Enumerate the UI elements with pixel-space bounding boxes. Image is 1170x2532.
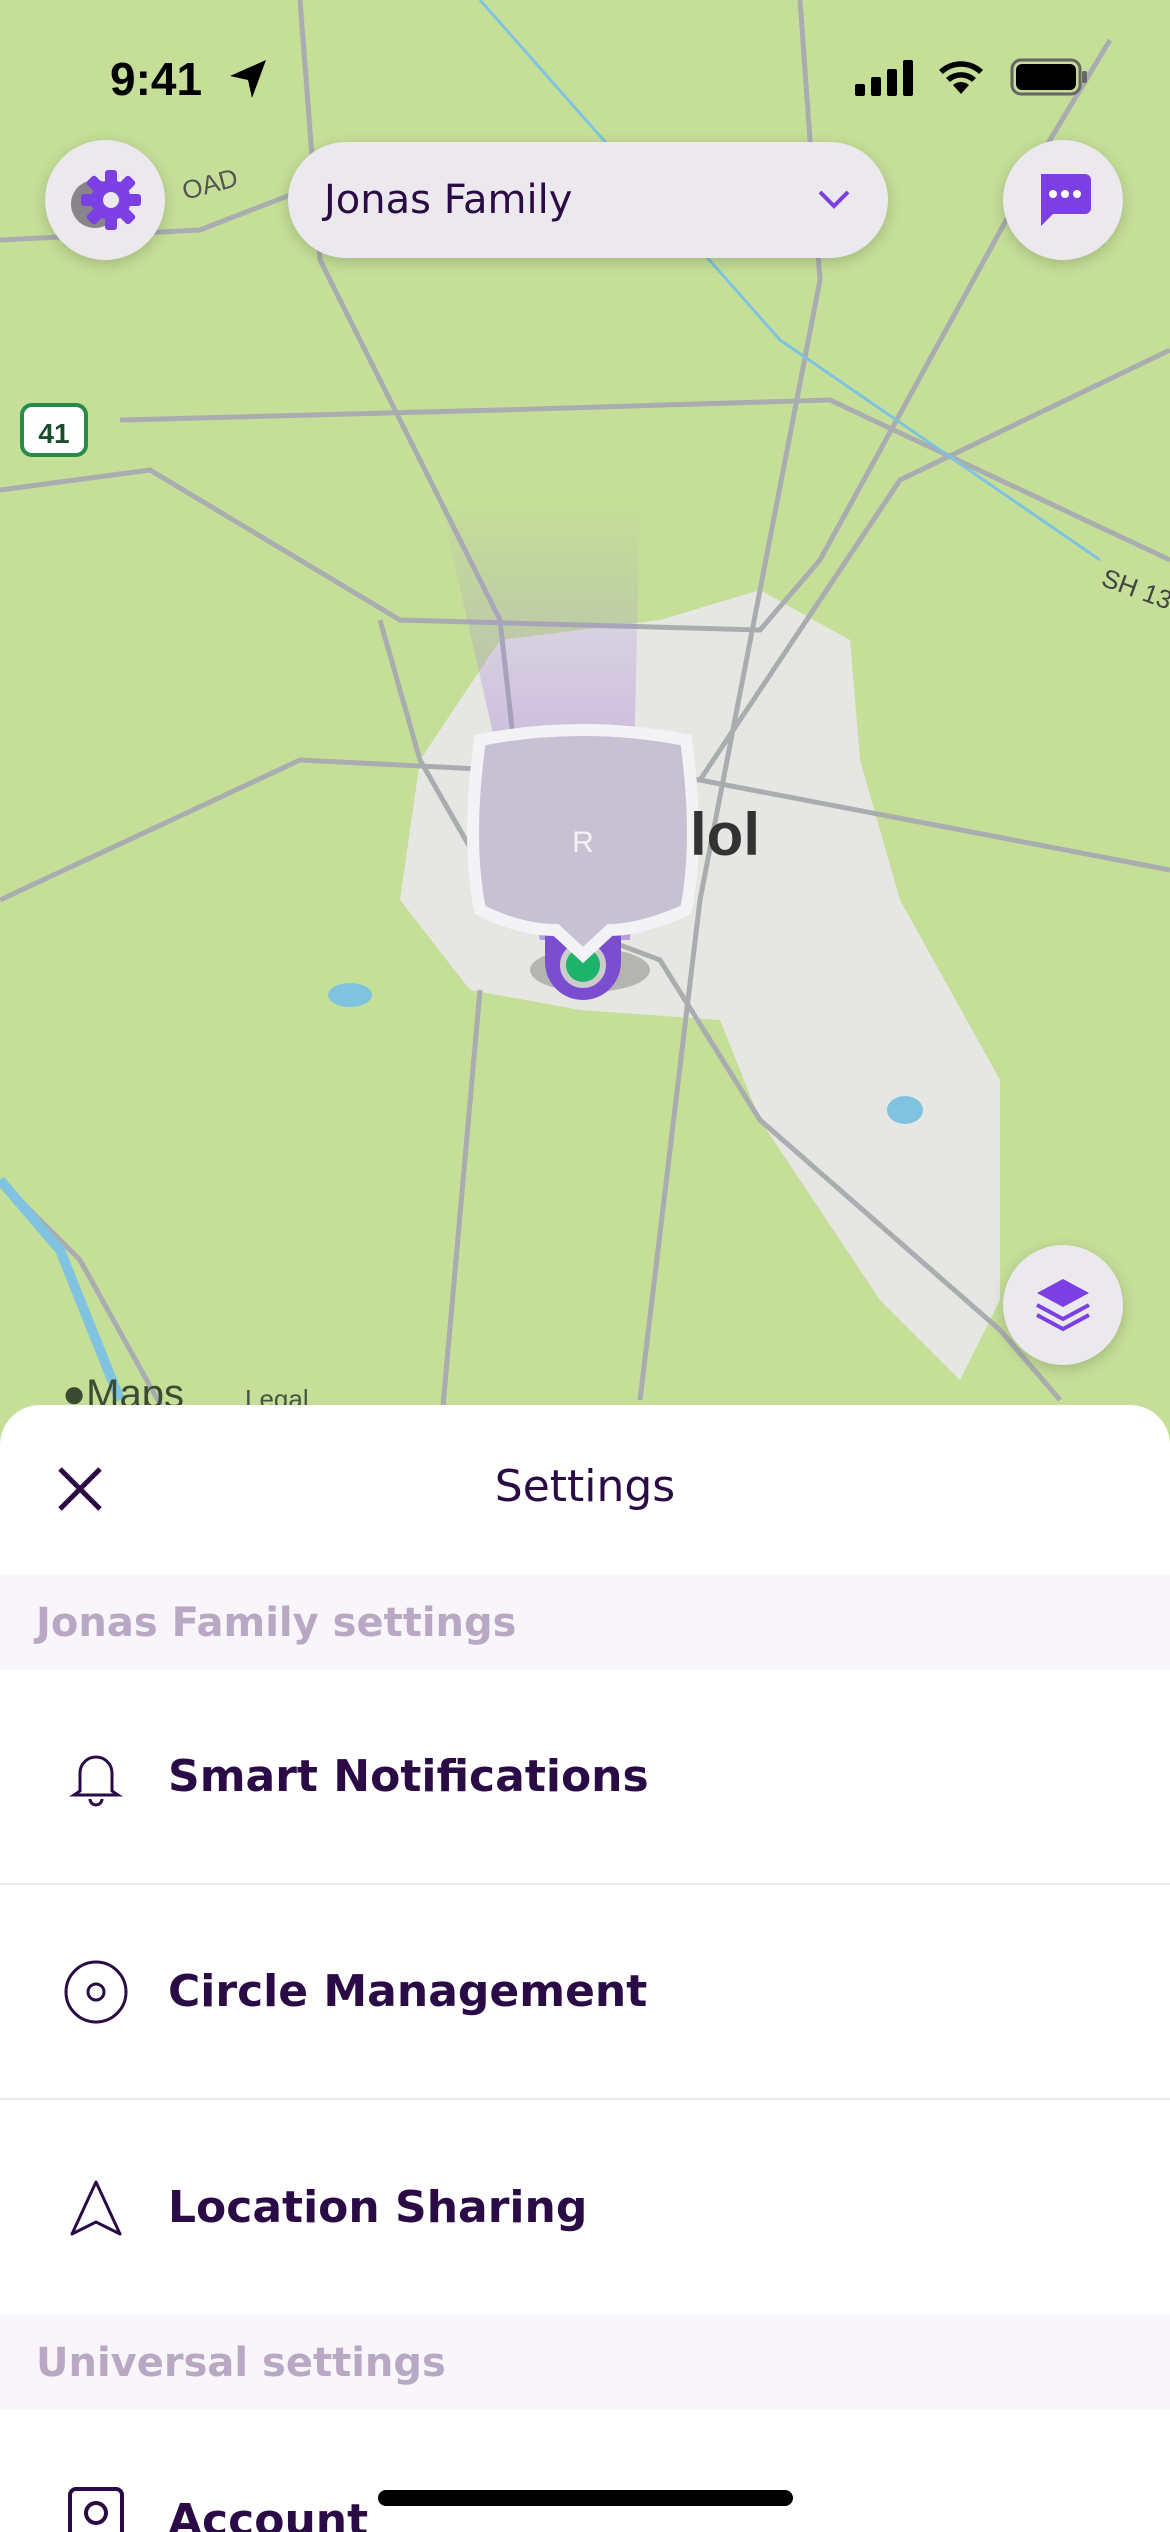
- location-arrow-icon: [230, 60, 266, 98]
- highway-shield-label: 41: [38, 418, 69, 449]
- navigation-arrow-icon: [70, 2180, 122, 2235]
- settings-item-label: Smart Notifications: [168, 1751, 649, 1802]
- sheet-header: Settings: [0, 1405, 1170, 1575]
- settings-sheet: Settings Jonas Family settings Smart Not…: [0, 1405, 1170, 2532]
- settings-item-smart-notifications[interactable]: Smart Notifications: [0, 1670, 1170, 1885]
- sheet-title: Settings: [494, 1461, 676, 1512]
- settings-item-account[interactable]: Account: [0, 2410, 1170, 2532]
- avatar-initial: R: [572, 826, 594, 859]
- icon-wrapper: [60, 2172, 132, 2244]
- circle-target-icon: [64, 1960, 128, 2023]
- chat-bubble-icon: [1041, 174, 1091, 226]
- chevron-down-icon: [818, 190, 850, 209]
- wifi-icon: [939, 61, 983, 94]
- icon-wrapper: [60, 2485, 132, 2532]
- status-bar: 9:41: [0, 48, 1170, 108]
- place-label: lol: [690, 801, 760, 868]
- account-icon: [68, 2487, 124, 2532]
- settings-list: Smart Notifications Circle Management Lo…: [0, 1670, 1170, 2315]
- section-header: Jonas Family settings: [0, 1575, 1170, 1670]
- messages-button[interactable]: [1003, 140, 1123, 260]
- bell-icon: [69, 1755, 123, 1806]
- settings-item-label: Circle Management: [168, 1966, 648, 2017]
- layers-icon: [1036, 1279, 1090, 1332]
- status-time: 9:41: [110, 53, 203, 105]
- icon-wrapper: [60, 1741, 132, 1813]
- home-indicator[interactable]: [378, 2490, 793, 2506]
- gear-icon: [71, 170, 141, 230]
- settings-item-label: Location Sharing: [168, 2182, 588, 2233]
- settings-item-label: Account: [168, 2495, 369, 2532]
- settings-button[interactable]: [45, 140, 165, 260]
- icon-wrapper: [60, 1956, 132, 2028]
- circle-selector-dropdown[interactable]: Jonas Family: [288, 142, 888, 258]
- battery-icon: [1010, 58, 1087, 96]
- section-header: Universal settings: [0, 2315, 1170, 2410]
- settings-item-circle-management[interactable]: Circle Management: [0, 1885, 1170, 2100]
- map-layers-button[interactable]: [1003, 1245, 1123, 1365]
- circle-selector-label: Jonas Family: [324, 177, 573, 223]
- signal-icon: [855, 60, 913, 96]
- settings-item-location-sharing[interactable]: Location Sharing: [0, 2100, 1170, 2315]
